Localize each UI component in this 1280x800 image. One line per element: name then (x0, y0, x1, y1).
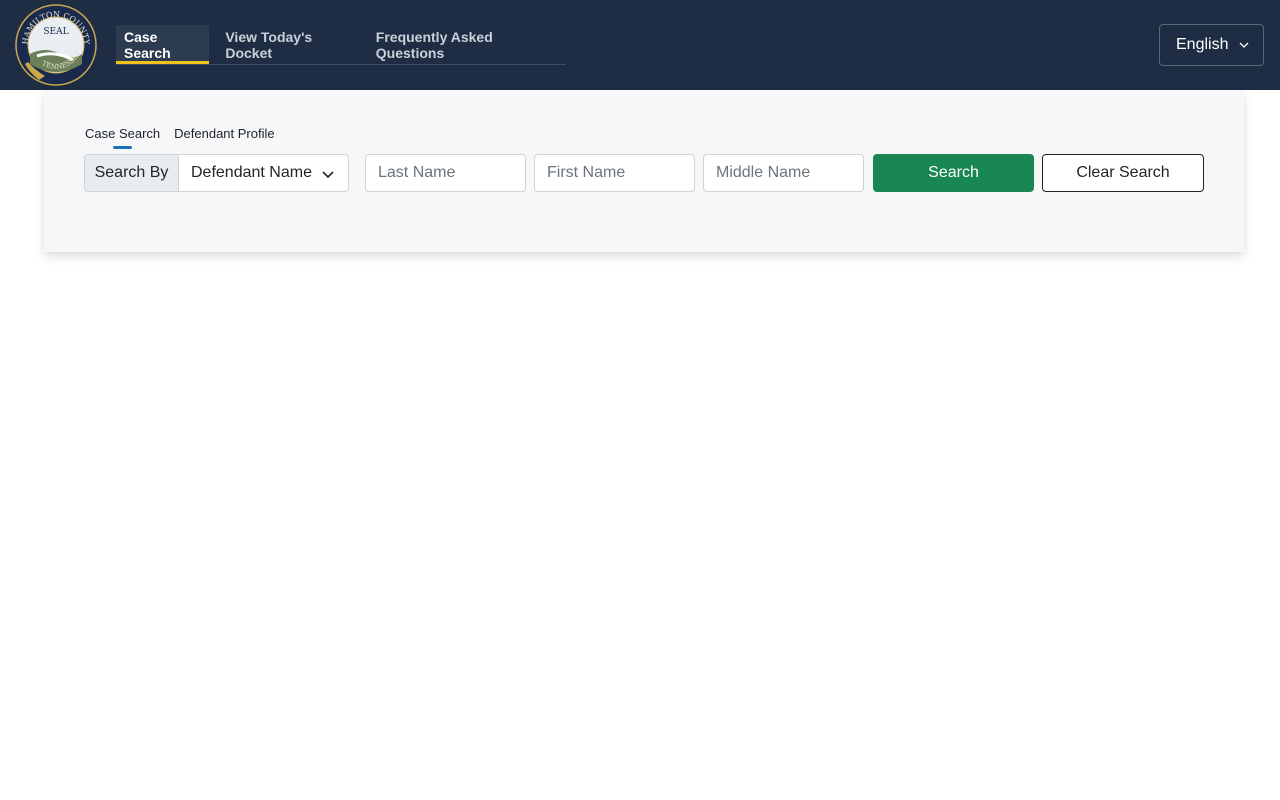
tab-case-search[interactable]: Case Search (85, 126, 160, 149)
seal-text-top: HAMILTON COUNTY (15, 4, 97, 6)
top-navbar: HAMILTON COUNTY HAMILTON COUNTY SEAL TEN… (0, 0, 1280, 90)
first-name-input[interactable] (534, 154, 695, 192)
main-nav: Case Search View Today's Docket Frequent… (116, 25, 566, 65)
language-selector[interactable]: English (1159, 24, 1264, 66)
county-seal-logo[interactable]: HAMILTON COUNTY HAMILTON COUNTY SEAL TEN… (15, 0, 103, 86)
nav-todays-docket[interactable]: View Today's Docket (217, 25, 359, 64)
nav-faq[interactable]: Frequently Asked Questions (368, 25, 558, 64)
search-button[interactable]: Search (873, 154, 1034, 192)
seal-text-center: SEAL (43, 27, 68, 37)
language-label: English (1176, 36, 1229, 53)
clear-search-button[interactable]: Clear Search (1042, 154, 1204, 192)
chevron-down-icon (1239, 42, 1249, 48)
search-subtabs: Case Search Defendant Profile (85, 126, 289, 149)
chevron-down-icon (322, 171, 334, 179)
search-by-select[interactable]: Defendant Name (179, 154, 349, 192)
search-by-value: Defendant Name (191, 164, 312, 181)
last-name-input[interactable] (365, 154, 526, 192)
search-card: Case Search Defendant Profile Search By … (44, 90, 1244, 252)
search-by-group: Search By Defendant Name (84, 154, 349, 192)
tab-defendant-profile[interactable]: Defendant Profile (174, 126, 274, 148)
nav-case-search[interactable]: Case Search (116, 25, 210, 64)
search-by-label: Search By (84, 154, 179, 192)
middle-name-input[interactable] (703, 154, 864, 192)
